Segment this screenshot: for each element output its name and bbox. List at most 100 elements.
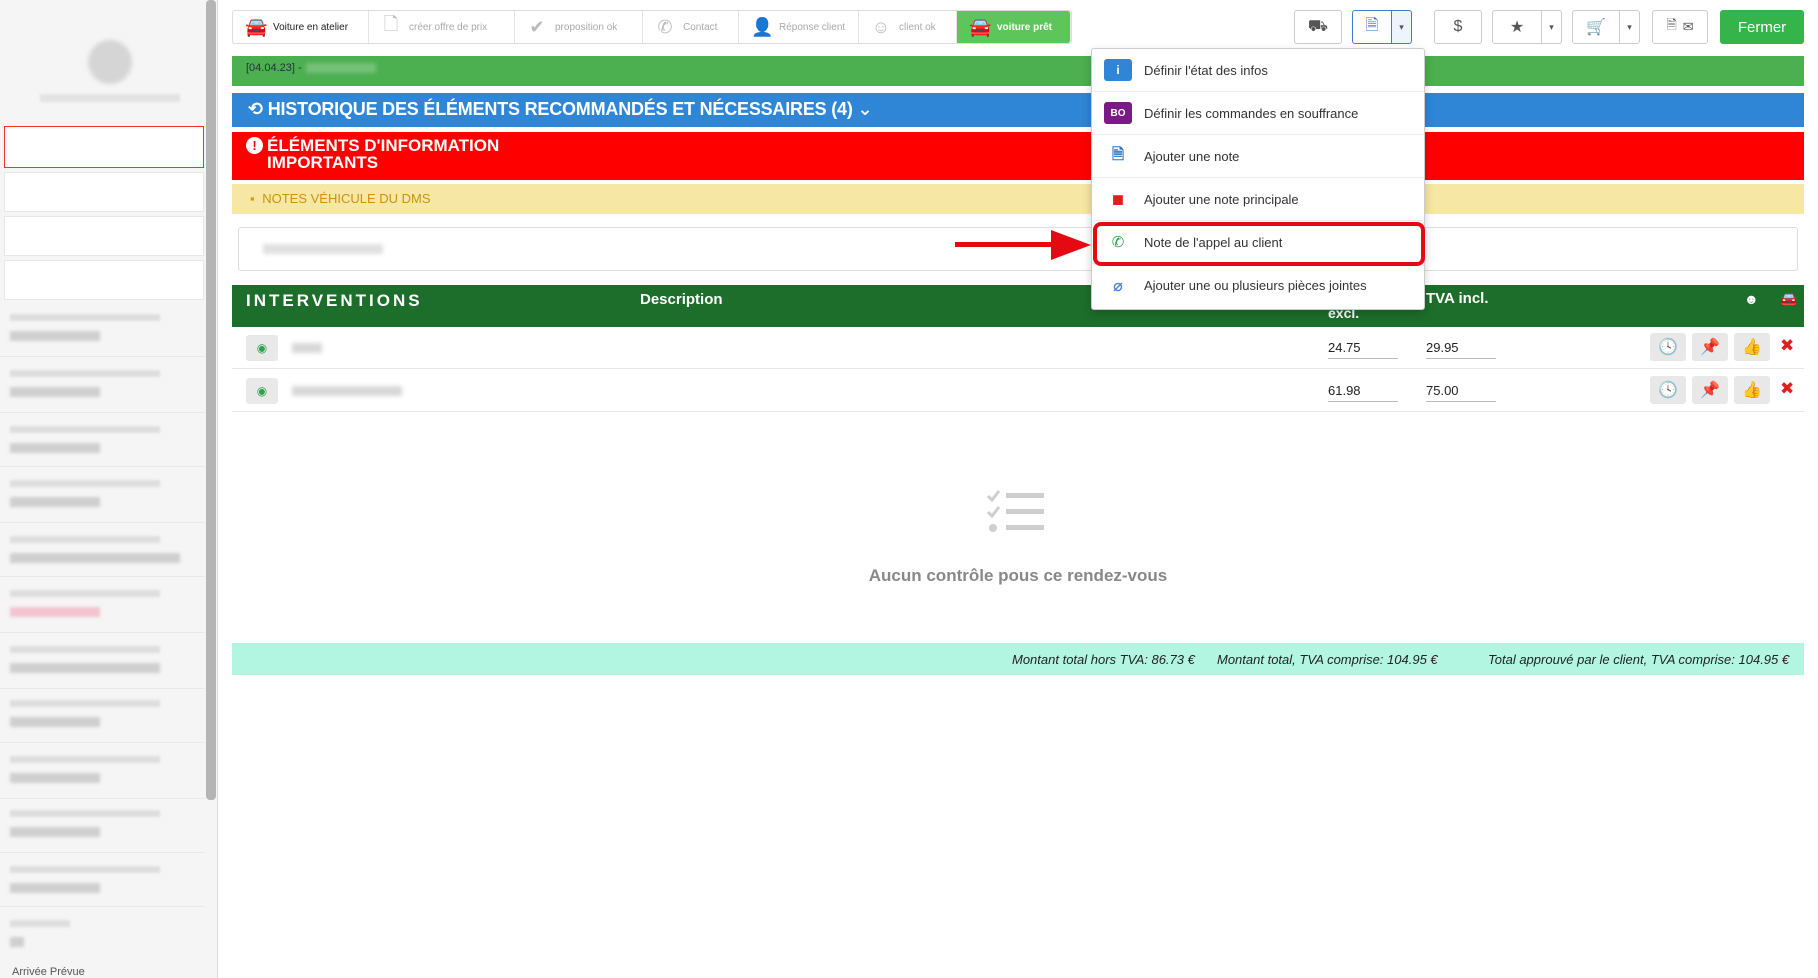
- cart-button[interactable]: 🛒: [1572, 10, 1620, 44]
- table-row: ◉ 24.75 29.95 🕓 📌 👍 ✖: [232, 327, 1804, 369]
- eye-icon[interactable]: ◉: [246, 378, 278, 404]
- step-contact[interactable]: ✆ Contact: [643, 11, 739, 43]
- cart-icon: 🛒: [1586, 19, 1606, 36]
- important-info-banner: ! ÉLÉMENTS D'INFORMATION IMPORTANTS: [232, 132, 1804, 180]
- step-label: proposition ok: [555, 21, 618, 33]
- sidebar-field: [10, 480, 190, 507]
- interventions-header: INTERVENTIONS Description excl. TVA incl…: [232, 285, 1804, 327]
- empty-state-message: Aucun contrôle pous ce rendez-vous: [868, 566, 1168, 585]
- file-icon: 🗎: [1365, 16, 1379, 34]
- totals-bar: Montant total hors TVA: 86.73 € Montant …: [232, 643, 1804, 675]
- step-label: Réponse client: [779, 21, 846, 33]
- top-toolbar: 🚘 Voiture en atelier 🗋 créer offre de pr…: [232, 10, 1804, 46]
- file-icon: 🗎: [1666, 17, 1677, 32]
- sidebar-alert-box[interactable]: [4, 126, 204, 168]
- step-label: voiture prêt: [997, 21, 1053, 33]
- pin-icon[interactable]: 📌: [1692, 333, 1728, 361]
- column-description: Description: [640, 291, 723, 308]
- step-label: client ok: [899, 21, 936, 33]
- notes-button[interactable]: 🗎: [1352, 10, 1392, 44]
- intervention-description: [292, 386, 402, 396]
- highlight-box: [1093, 222, 1425, 266]
- sidebar-box[interactable]: [4, 216, 204, 256]
- step-create-quote[interactable]: 🗋 créer offre de prix: [369, 11, 515, 43]
- sidebar-field: [10, 646, 190, 673]
- step-car-in-workshop[interactable]: 🚘 Voiture en atelier: [233, 11, 369, 43]
- car-icon: 🚘: [245, 16, 268, 37]
- backorder-icon: BO: [1104, 102, 1132, 124]
- step-label: Voiture en atelier: [273, 21, 349, 33]
- menu-item-add-main-note[interactable]: ◼ Ajouter une note principale: [1092, 178, 1424, 221]
- pricing-button[interactable]: $: [1434, 10, 1482, 44]
- main-note-icon: ◼: [1111, 191, 1125, 208]
- sidebar-field: [10, 700, 190, 727]
- price-excl-input[interactable]: 24.75: [1328, 337, 1398, 359]
- step-client-response[interactable]: 👤 Réponse client: [739, 11, 859, 43]
- interventions-title: INTERVENTIONS: [246, 291, 423, 310]
- sidebar: Arrivée Prévue: [0, 0, 218, 978]
- red-arrow-annotation: [955, 230, 1091, 260]
- document-icon: 🗋: [383, 14, 399, 34]
- delete-icon[interactable]: ✖: [1780, 379, 1794, 399]
- step-client-ok[interactable]: ☺ client ok: [859, 11, 957, 43]
- important-info-label: ÉLÉMENTS D'INFORMATION IMPORTANTS: [267, 136, 500, 172]
- car-icon: 🚘: [969, 16, 992, 37]
- menu-item-label: Ajouter une note: [1144, 148, 1240, 164]
- menu-item-label: Définir l'état des infos: [1144, 62, 1268, 78]
- sticky-note-icon: ▪: [250, 191, 255, 206]
- sidebar-field: [10, 314, 190, 341]
- history-banner[interactable]: ⟲ HISTORIQUE DES ÉLÉMENTS RECOMMANDÉS ET…: [232, 93, 1804, 127]
- clock-icon[interactable]: 🕓: [1650, 333, 1686, 361]
- sidebar-scrollbar[interactable]: [206, 0, 216, 800]
- info-icon: i: [1104, 59, 1132, 81]
- sidebar-field: [10, 756, 190, 783]
- sidebar-box[interactable]: [4, 260, 204, 300]
- caret-down-icon: ▾: [1399, 21, 1404, 32]
- menu-item-set-info-state[interactable]: i Définir l'état des infos: [1092, 49, 1424, 92]
- eye-icon[interactable]: ◉: [246, 335, 278, 361]
- clock-icon[interactable]: 🕓: [1650, 376, 1686, 404]
- sidebar-field: [10, 590, 190, 617]
- step-proposal-ok[interactable]: ✔ proposition ok: [515, 11, 643, 43]
- date-banner: [04.04.23] -: [232, 56, 1804, 86]
- price-incl-input[interactable]: 29.95: [1426, 337, 1496, 359]
- favorite-button[interactable]: ★: [1492, 10, 1542, 44]
- arrival-label: Arrivée Prévue: [12, 966, 85, 978]
- step-label: Contact: [683, 21, 718, 33]
- menu-item-label: Ajouter une note principale: [1144, 191, 1299, 207]
- paperclip-icon: ⌀: [1113, 277, 1123, 295]
- menu-item-label: Définir les commandes en souffrance: [1144, 105, 1359, 121]
- price-excl-input[interactable]: 61.98: [1328, 380, 1398, 402]
- price-incl-input[interactable]: 75.00: [1426, 380, 1496, 402]
- dollar-icon: $: [1453, 18, 1463, 35]
- phone-icon: ✆: [657, 16, 673, 37]
- step-car-ready[interactable]: 🚘 voiture prêt: [957, 11, 1071, 43]
- sidebar-box[interactable]: [4, 172, 204, 212]
- delete-icon[interactable]: ✖: [1780, 336, 1794, 356]
- user-check-icon: 👤: [751, 16, 774, 37]
- column-price-incl: TVA incl.: [1426, 290, 1489, 307]
- history-banner-label: HISTORIQUE DES ÉLÉMENTS RECOMMANDÉS ET N…: [267, 99, 853, 119]
- avatar: [88, 40, 132, 84]
- dms-notes-banner: ▪ NOTES VÉHICULE DU DMS: [232, 184, 1804, 214]
- notes-dropdown-toggle[interactable]: ▾: [1392, 10, 1412, 44]
- intervention-description: [292, 343, 322, 353]
- cart-dropdown-toggle[interactable]: ▾: [1620, 10, 1640, 44]
- menu-item-backorders[interactable]: BO Définir les commandes en souffrance: [1092, 92, 1424, 135]
- favorite-dropdown-toggle[interactable]: ▾: [1542, 10, 1562, 44]
- thumbs-up-icon[interactable]: 👍: [1734, 333, 1770, 361]
- close-button[interactable]: Fermer: [1720, 10, 1804, 44]
- note-icon: 🗎: [1111, 145, 1125, 163]
- total-incl: Montant total, TVA comprise: 104.95 €: [1217, 652, 1438, 667]
- smiley-icon: ☺: [871, 16, 891, 37]
- vehicle-lift-button[interactable]: ⛟: [1294, 10, 1342, 44]
- checklist-icon: [986, 490, 1044, 532]
- menu-item-add-note[interactable]: 🗎 Ajouter une note: [1092, 135, 1424, 178]
- sidebar-field: [10, 810, 190, 837]
- dms-notes-label: NOTES VÉHICULE DU DMS: [262, 191, 431, 206]
- pin-icon[interactable]: 📌: [1692, 376, 1728, 404]
- menu-item-add-attachments[interactable]: ⌀ Ajouter une ou plusieurs pièces jointe…: [1092, 264, 1424, 307]
- thumbs-up-icon[interactable]: 👍: [1734, 376, 1770, 404]
- sidebar-customer-name: [40, 94, 180, 102]
- document-mail-button[interactable]: 🗎 ✉: [1652, 10, 1708, 44]
